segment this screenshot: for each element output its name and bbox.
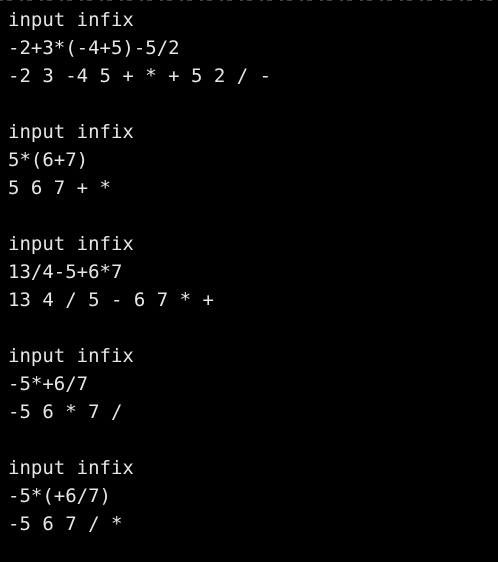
- output-line: 13 4 / 5 - 6 7 * +: [8, 289, 214, 311]
- clipped-previous-line: [0, 0, 498, 1]
- input-line: 13/4-5+6*7: [8, 261, 123, 283]
- input-line: -5*(+6/7): [8, 485, 111, 507]
- prompt-line: input infix: [8, 345, 134, 367]
- prompt-line: input infix: [8, 9, 134, 31]
- output-line: -2 3 -4 5 + * + 5 2 / -: [8, 65, 272, 87]
- session-block: input infix -5*(+6/7) -5 6 7 / *: [8, 454, 498, 538]
- output-line: -5 6 7 / *: [8, 513, 123, 535]
- session-block: input infix 13/4-5+6*7 13 4 / 5 - 6 7 * …: [8, 230, 498, 314]
- input-line: 5*(6+7): [8, 149, 89, 171]
- output-line: -5 6 * 7 /: [8, 401, 123, 423]
- terminal-window[interactable]: input infix -2+3*(-4+5)-5/2 -2 3 -4 5 + …: [0, 0, 498, 562]
- session-block: input infix -5*+6/7 -5 6 * 7 /: [8, 342, 498, 426]
- session-block: input infix 5*(6+7) 5 6 7 + *: [8, 118, 498, 202]
- input-line: -5*+6/7: [8, 373, 89, 395]
- prompt-line: input infix: [8, 121, 134, 143]
- session-block: input infix -2+3*(-4+5)-5/2 -2 3 -4 5 + …: [8, 6, 498, 90]
- output-line: 5 6 7 + *: [8, 177, 111, 199]
- prompt-line: input infix: [8, 233, 134, 255]
- input-line: -2+3*(-4+5)-5/2: [8, 37, 180, 59]
- prompt-line: input infix: [8, 457, 134, 479]
